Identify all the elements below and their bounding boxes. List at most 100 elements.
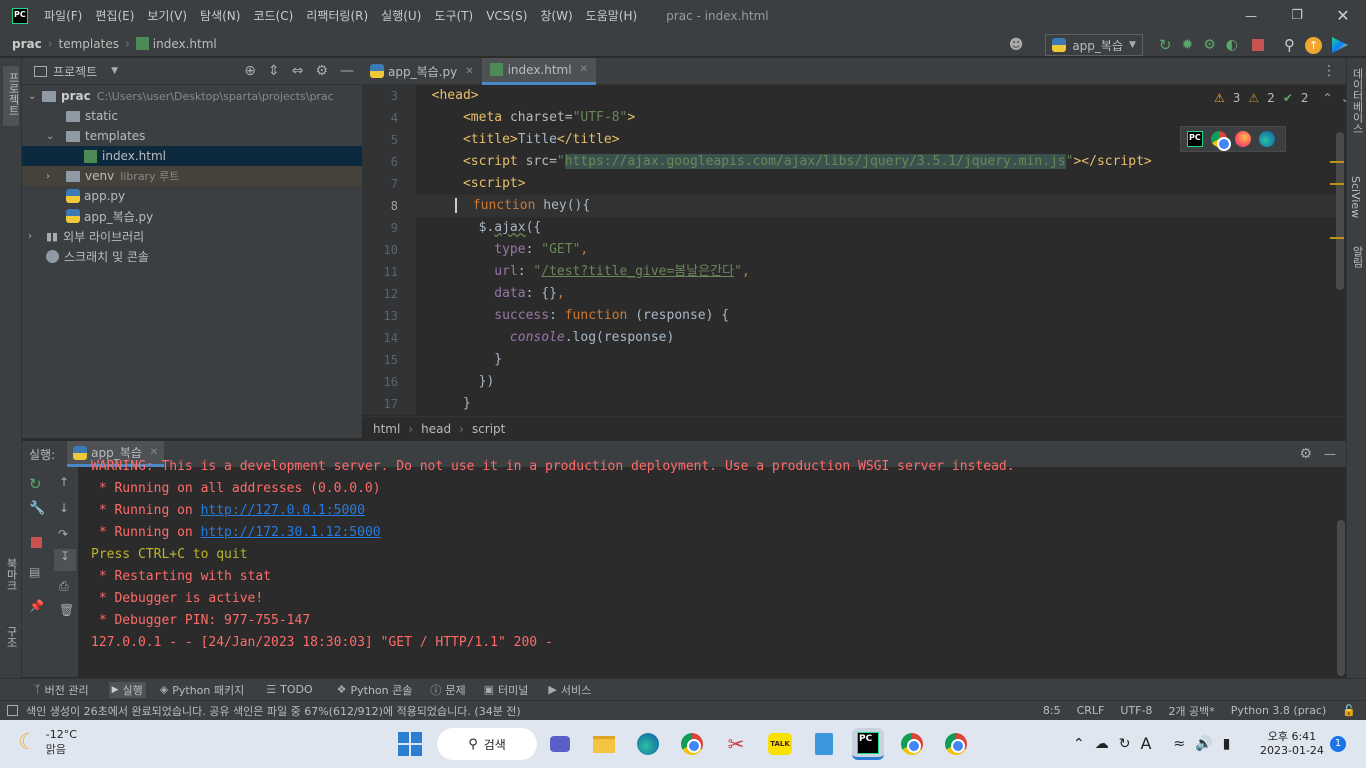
battery-icon[interactable]: ▮ [1223, 736, 1231, 752]
arrow-up-icon[interactable]: ↑ [59, 475, 69, 489]
edge-icon[interactable] [632, 728, 664, 760]
rerun-icon[interactable]: ↻ [1159, 36, 1172, 54]
console-link[interactable]: http://127.0.0.1:5000 [201, 503, 365, 518]
soft-wrap-icon[interactable]: ↷ [58, 527, 68, 541]
wrench-icon[interactable]: 🔧 [29, 501, 45, 516]
profile-icon[interactable]: ◐ [1226, 37, 1238, 53]
breadcrumb-file[interactable]: index.html [153, 37, 217, 51]
cloud-off-icon[interactable]: ☁ [1095, 736, 1109, 752]
coverage-icon[interactable]: ⚙ [1203, 37, 1216, 53]
menu-tools[interactable]: 도구(T) [434, 7, 473, 24]
arrow-down-icon[interactable]: ↓ [59, 501, 69, 515]
kakaotalk-icon[interactable]: TALK [764, 728, 796, 760]
menu-window[interactable]: 창(W) [540, 7, 572, 24]
print-icon[interactable]: ⎙ [59, 579, 69, 594]
caret-position[interactable]: 8:5 [1043, 704, 1061, 717]
hide-panel-icon[interactable]: — [340, 63, 354, 79]
layout-icon[interactable]: ▤ [29, 565, 40, 579]
tree-item-external-libraries[interactable]: › ▮▮ 외부 라이브러리 [22, 226, 362, 246]
windows-start-icon[interactable] [398, 732, 422, 756]
trash-icon[interactable]: 🗑 [59, 603, 74, 617]
menu-help[interactable]: 도움말(H) [586, 7, 638, 24]
tool-run[interactable]: ▶ 실행 [108, 681, 146, 698]
code-with-me-icon[interactable] [1332, 37, 1348, 53]
pin-icon[interactable]: 📌 [29, 599, 44, 613]
clock[interactable]: 오후 6:41 2023-01-24 [1260, 728, 1324, 757]
run-config-selector[interactable]: app_복습 ▼ [1045, 34, 1143, 56]
stop-icon[interactable] [1252, 39, 1264, 51]
wifi-icon[interactable]: ≈ [1173, 736, 1185, 752]
warning-marker[interactable] [1330, 161, 1344, 163]
line-separator[interactable]: CRLF [1077, 704, 1105, 717]
menu-run[interactable]: 실행(U) [381, 7, 421, 24]
notification-badge[interactable]: 1 [1330, 736, 1346, 752]
edge-icon[interactable] [1259, 131, 1275, 147]
chrome-icon[interactable] [940, 728, 972, 760]
weather-widget[interactable]: ☾ -12°C 맑음 [18, 728, 77, 757]
expand-all-icon[interactable]: ⇕ [268, 63, 280, 79]
tree-item-app-review-py[interactable]: app_복습.py [22, 206, 362, 226]
chrome-icon[interactable] [896, 728, 928, 760]
tree-item-scratches[interactable]: 스크래치 및 콘솔 [22, 246, 362, 266]
notifications-tool-button[interactable]: 알림 [1349, 246, 1365, 271]
restore-icon[interactable]: ❐ [1274, 8, 1320, 23]
menu-navigate[interactable]: 탐색(N) [200, 7, 240, 24]
pycharm-browser-icon[interactable]: PC [1187, 131, 1203, 147]
tree-item-venv[interactable]: › venv library 루트 [22, 166, 362, 186]
structure-tool-button[interactable]: 구조 [3, 626, 19, 651]
tree-item-templates[interactable]: ⌄ templates [22, 126, 362, 146]
status-toggle-icon[interactable] [7, 705, 18, 716]
console-link[interactable]: http://172.30.1.12:5000 [201, 525, 381, 540]
warning-marker[interactable] [1330, 183, 1344, 185]
breadcrumb-project[interactable]: prac [12, 37, 42, 51]
bookmarks-tool-button[interactable]: 북마크 [3, 558, 19, 594]
close-tab-icon[interactable]: ✕ [465, 66, 473, 77]
notepad-icon[interactable] [808, 728, 840, 760]
close-icon[interactable]: ✕ [1320, 6, 1366, 25]
scroll-to-end-icon[interactable]: ↧ [54, 549, 76, 571]
tool-python-console[interactable]: ❖ Python 콘솔 [337, 682, 413, 698]
tool-terminal[interactable]: ▣ 터미널 [484, 682, 529, 698]
lock-icon[interactable]: 🔓 [1342, 704, 1356, 717]
tool-services[interactable]: ▶ 서비스 [548, 682, 591, 698]
breadcrumb-head[interactable]: head [421, 422, 451, 436]
file-encoding[interactable]: UTF-8 [1120, 704, 1152, 717]
breadcrumb-html[interactable]: html [373, 422, 400, 436]
ime-indicator[interactable]: A [1140, 734, 1151, 753]
chevron-up-icon[interactable]: ⌃ [1073, 736, 1085, 752]
menu-file[interactable]: 파일(F) [44, 7, 82, 24]
project-tool-button[interactable]: 프로젝트 [3, 66, 20, 126]
run-console[interactable]: WARNING: This is a development server. D… [78, 459, 1336, 677]
tool-todo[interactable]: ☰ TODO [266, 683, 312, 696]
pycharm-taskbar-icon[interactable]: PC [852, 728, 884, 760]
tool-problems[interactable]: ⓘ 문제 [430, 682, 465, 698]
chevron-down-icon[interactable]: ▼ [111, 66, 118, 76]
inspection-widget[interactable]: ⚠3 ⚠2 ✔2 ⌃ ⌄ [1214, 91, 1351, 105]
menu-view[interactable]: 보기(V) [147, 7, 187, 24]
menu-code[interactable]: 코드(C) [253, 7, 293, 24]
chevron-up-icon[interactable]: ⌃ [1323, 91, 1333, 105]
menu-vcs[interactable]: VCS(S) [486, 9, 527, 23]
tree-item-app-py[interactable]: app.py [22, 186, 362, 206]
project-panel-title[interactable]: 프로젝트 [53, 63, 97, 80]
locate-icon[interactable]: ⊕ [244, 63, 256, 79]
indent-setting[interactable]: 2개 공백* [1168, 703, 1214, 719]
tab-app-review-py[interactable]: app_복습.py ✕ [362, 58, 482, 85]
update-icon[interactable]: ↑ [1305, 36, 1322, 54]
tool-python-packages[interactable]: ◈ Python 패키지 [160, 682, 244, 698]
firefox-icon[interactable] [1235, 131, 1251, 147]
console-scrollbar[interactable] [1337, 520, 1345, 676]
stop-icon[interactable] [31, 537, 42, 548]
tab-index-html[interactable]: index.html ✕ [481, 57, 596, 85]
python-interpreter[interactable]: Python 3.8 (prac) [1231, 704, 1327, 717]
menu-edit[interactable]: 편집(E) [95, 7, 134, 24]
snipping-tool-icon[interactable]: ✂ [720, 728, 752, 760]
editor-scrollbar[interactable] [1336, 132, 1344, 290]
file-explorer-icon[interactable] [588, 728, 620, 760]
search-icon[interactable]: ⚲ [1284, 36, 1295, 54]
tool-vcs[interactable]: ᛉ 버전 관리 [34, 682, 89, 698]
minimize-icon[interactable]: — [1228, 9, 1274, 23]
menu-refactor[interactable]: 리팩터링(R) [306, 7, 368, 24]
tree-item-static[interactable]: static [22, 106, 362, 126]
database-tool-button[interactable]: 데이터베이스 [1349, 68, 1365, 137]
